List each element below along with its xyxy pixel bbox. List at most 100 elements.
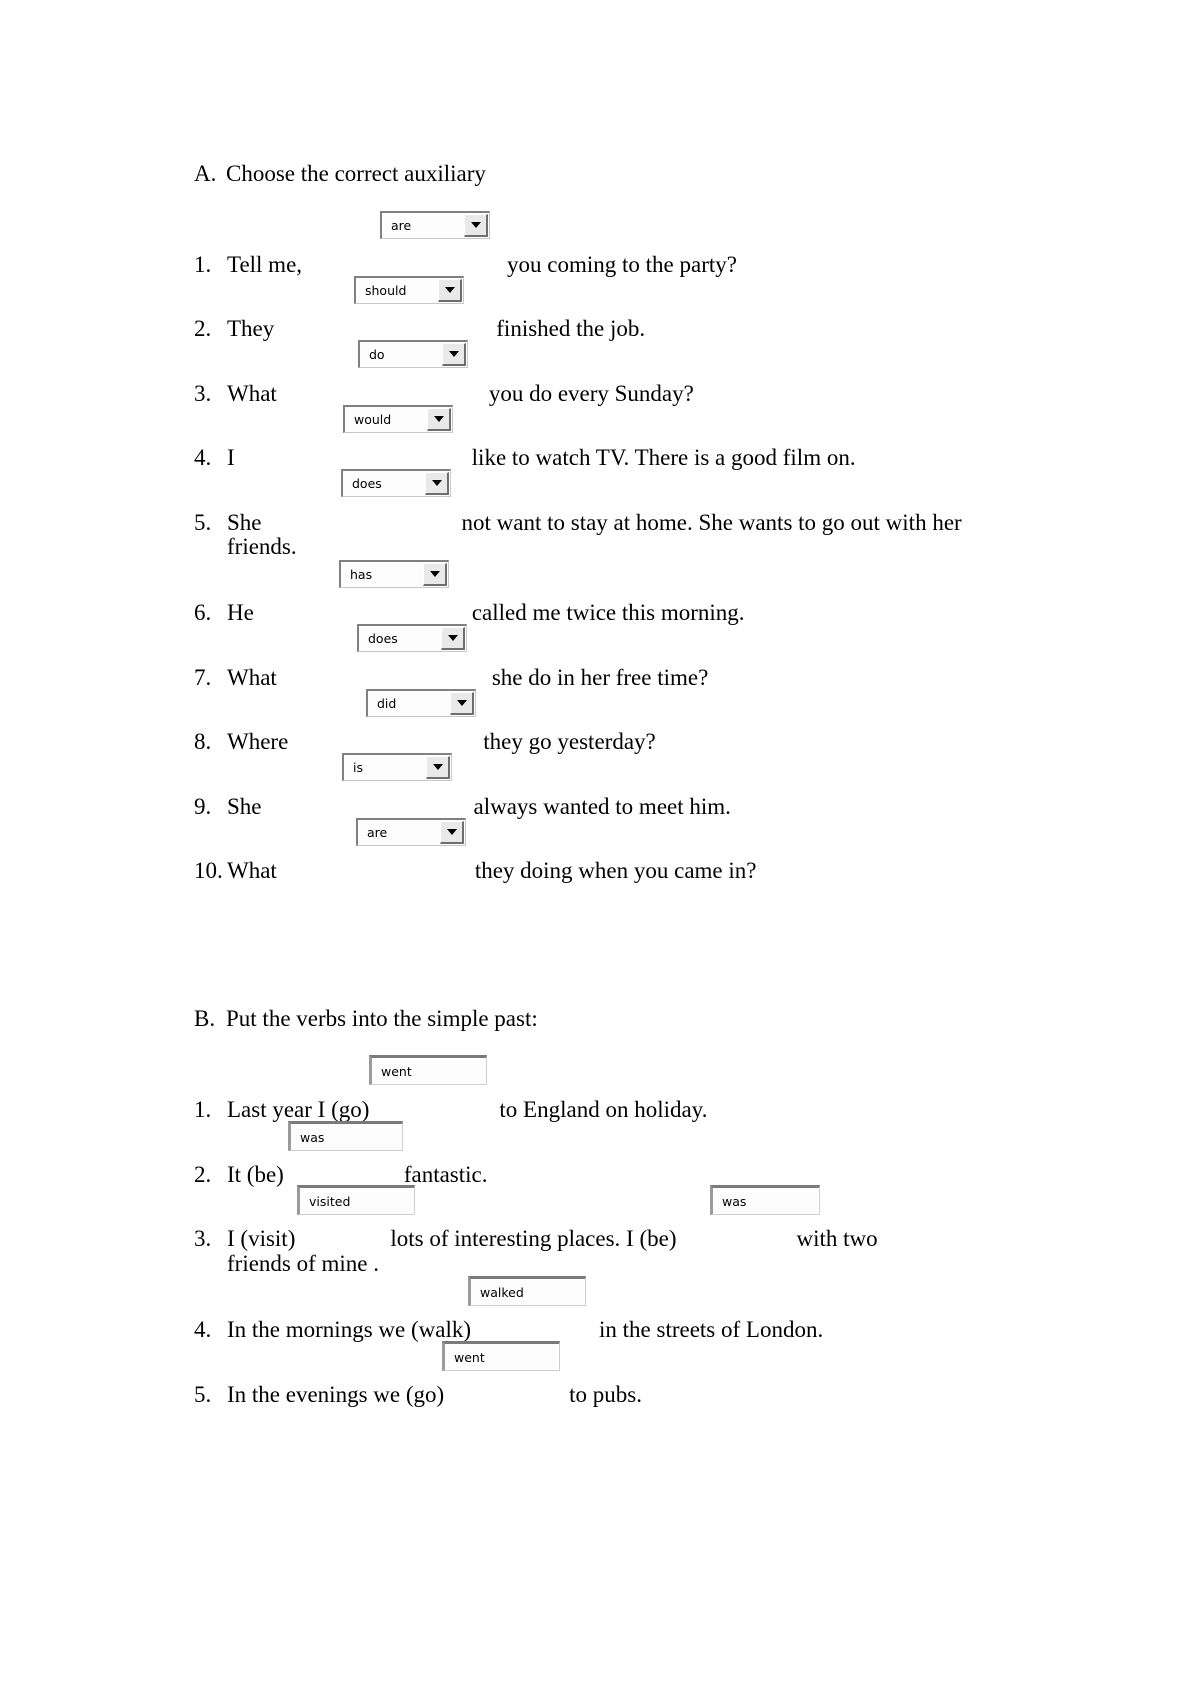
verb-input-b4-value: walked: [480, 1284, 524, 1300]
question-b3-middle: lots of interesting places. I (be): [390, 1226, 677, 1251]
question-a2-before: They: [227, 316, 275, 341]
chevron-down-icon[interactable]: [438, 279, 462, 302]
chevron-down-icon[interactable]: [426, 756, 450, 779]
auxiliary-select-a3-value: do: [360, 342, 442, 367]
question-a5: 5. She not want to stay at home. She wants…: [194, 509, 962, 537]
verb-input-b1[interactable]: went: [369, 1055, 487, 1085]
verb-input-b4[interactable]: walked: [468, 1276, 586, 1306]
question-a5-after: not want to stay at home. She wants to g…: [461, 510, 962, 535]
question-a10-before: What: [227, 858, 277, 883]
section-b-title: Put the verbs into the simple past:: [226, 1006, 538, 1031]
question-a1-after: you coming to the party?: [507, 252, 737, 277]
section-a-heading: A. Choose the correct auxiliary: [194, 160, 486, 189]
auxiliary-select-a6[interactable]: has: [339, 560, 449, 588]
verb-input-b2[interactable]: was: [288, 1121, 403, 1151]
question-b2-before: It (be): [227, 1162, 284, 1187]
auxiliary-select-a1[interactable]: are: [380, 211, 490, 239]
auxiliary-select-a10-value: are: [358, 820, 440, 845]
worksheet-page: A. Choose the correct auxiliary are 1. Tel…: [0, 0, 1200, 1698]
question-a2-after: finished the job.: [496, 316, 646, 341]
question-a3-after: you do every Sunday?: [488, 381, 694, 406]
verb-input-b3-first-value: visited: [309, 1193, 351, 1209]
question-a1: 1. Tell me, you coming to the party?: [194, 251, 737, 279]
question-a9-number: 9.: [194, 794, 212, 819]
auxiliary-select-a5[interactable]: does: [341, 469, 451, 497]
question-a2: 2. They finished the job.: [194, 315, 645, 343]
question-b2-after: fantastic.: [403, 1162, 488, 1187]
question-b4-number: 4.: [194, 1317, 212, 1342]
auxiliary-select-a9-value: is: [344, 755, 426, 780]
question-b4: 4. In the mornings we (walk) in the street…: [194, 1316, 823, 1344]
question-a3-before: What: [227, 381, 277, 406]
question-b5-number: 5.: [194, 1382, 212, 1407]
question-b5-before: In the evenings we (go): [227, 1382, 445, 1407]
chevron-down-icon[interactable]: [450, 692, 474, 715]
auxiliary-select-a3[interactable]: do: [358, 340, 468, 368]
question-a7-after: she do in her free time?: [491, 665, 709, 690]
question-b3-number: 3.: [194, 1226, 212, 1251]
question-a2-number: 2.: [194, 316, 212, 341]
chevron-down-icon[interactable]: [440, 821, 464, 844]
verb-input-b5[interactable]: went: [442, 1341, 560, 1371]
chevron-down-icon[interactable]: [423, 563, 447, 586]
chevron-down-icon[interactable]: [427, 408, 451, 431]
verb-input-b3-second[interactable]: was: [710, 1185, 820, 1215]
question-a6: 6. He called me twice this morning.: [194, 599, 745, 627]
question-a1-before: Tell me,: [227, 252, 303, 277]
section-a-letter: A.: [194, 161, 217, 186]
question-a4: 4. Ilike to watch TV. There is a good fil…: [194, 444, 856, 472]
verb-input-b2-value: was: [300, 1129, 325, 1145]
auxiliary-select-a6-value: has: [341, 562, 423, 587]
auxiliary-select-a4-value: would: [345, 407, 427, 432]
question-a7: 7. What she do in her free time?: [194, 664, 708, 692]
verb-input-b3-first[interactable]: visited: [297, 1185, 415, 1215]
question-a10-number: 10.: [194, 858, 223, 883]
auxiliary-select-a7[interactable]: does: [357, 624, 467, 652]
question-a3-number: 3.: [194, 381, 212, 406]
auxiliary-select-a9[interactable]: is: [342, 753, 452, 781]
question-b4-after: in the streets of London.: [599, 1317, 824, 1342]
question-a6-after: called me twice this morning.: [471, 600, 745, 625]
question-a4-number: 4.: [194, 445, 212, 470]
question-b3-before: I (visit): [227, 1226, 296, 1251]
question-b1-number: 1.: [194, 1097, 212, 1122]
auxiliary-select-a2-value: should: [356, 278, 438, 303]
question-a5-number: 5.: [194, 510, 212, 535]
question-a7-before: What: [227, 665, 277, 690]
question-a5-line2: friends.: [227, 534, 297, 559]
section-b-heading: B. Put the verbs into the simple past:: [194, 1005, 538, 1034]
verb-input-b1-value: went: [381, 1063, 412, 1079]
auxiliary-select-a4[interactable]: would: [343, 405, 453, 433]
question-a1-number: 1.: [194, 252, 212, 277]
question-b1-after: to England on holiday.: [499, 1097, 708, 1122]
auxiliary-select-a2[interactable]: should: [354, 276, 464, 304]
auxiliary-select-a8[interactable]: did: [366, 689, 476, 717]
question-a8-after: they go yesterday?: [483, 729, 656, 754]
chevron-down-icon[interactable]: [425, 472, 449, 495]
auxiliary-select-a7-value: does: [359, 626, 441, 651]
question-a4-after: like to watch TV. There is a good film o…: [471, 445, 856, 470]
verb-input-b5-value: went: [454, 1349, 485, 1365]
question-a8-number: 8.: [194, 729, 212, 754]
chevron-down-icon[interactable]: [442, 343, 466, 366]
chevron-down-icon[interactable]: [441, 627, 465, 650]
question-a7-number: 7.: [194, 665, 212, 690]
question-b3-line2: friends of mine .: [227, 1251, 380, 1276]
question-a3: 3. What you do every Sunday?: [194, 380, 694, 408]
auxiliary-select-a8-value: did: [368, 691, 450, 716]
question-b3: 3. I (visit) lots of interesting places. I…: [194, 1225, 878, 1253]
chevron-down-icon[interactable]: [464, 214, 488, 237]
auxiliary-select-a5-value: does: [343, 471, 425, 496]
question-a6-number: 6.: [194, 600, 212, 625]
question-b1: 1. Last year I (go) to England on holiday.: [194, 1096, 707, 1124]
section-b-letter: B.: [194, 1006, 216, 1031]
question-b4-before: In the mornings we (walk): [227, 1317, 471, 1342]
section-a-title: Choose the correct auxiliary: [226, 161, 486, 186]
question-a10: 10. What they doing when you came in?: [194, 857, 756, 885]
auxiliary-select-a10[interactable]: are: [356, 818, 466, 846]
question-b2-number: 2.: [194, 1162, 212, 1187]
verb-input-b3-second-value: was: [722, 1193, 747, 1209]
question-b1-before: Last year I (go): [227, 1097, 370, 1122]
question-a10-after: they doing when you came in?: [474, 858, 757, 883]
question-b3-after: with two: [796, 1226, 878, 1251]
